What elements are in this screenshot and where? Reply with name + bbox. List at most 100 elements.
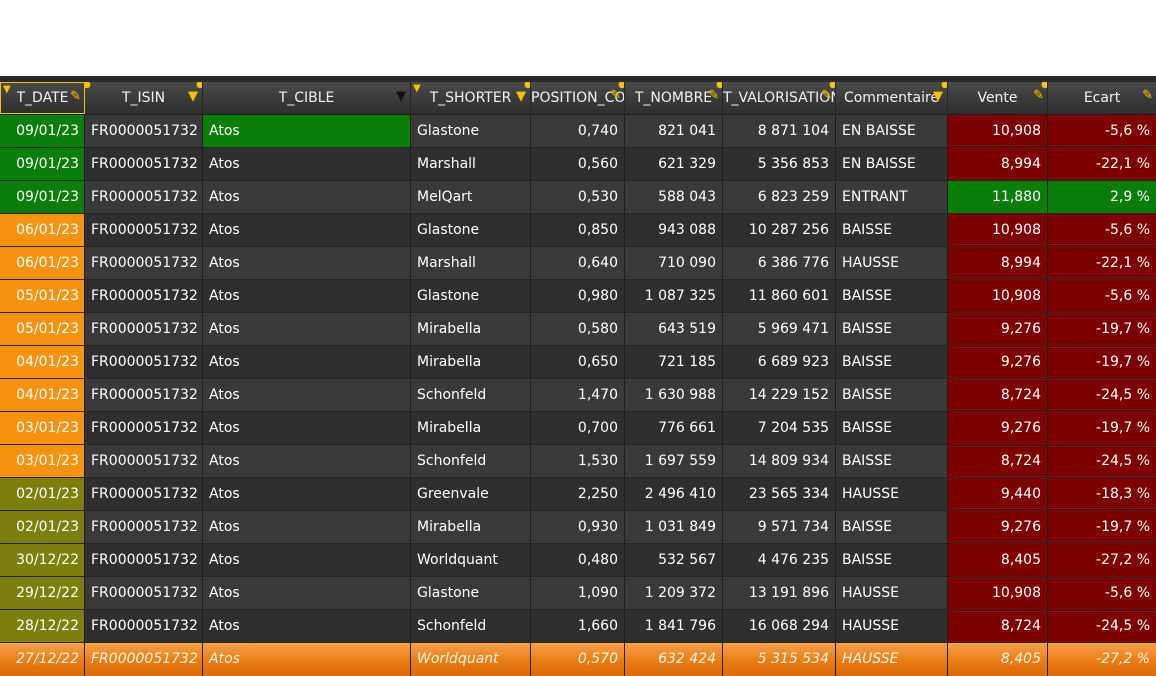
cell-shorter[interactable]: Mirabella [411,511,531,544]
filter-icon[interactable]: ▼ [396,90,406,103]
table-row[interactable]: 02/01/23 FR0000051732 Atos Mirabella 0,930 1 … [0,511,1156,544]
cell-nombre[interactable]: 821 041 [625,115,723,148]
cell-nombre[interactable]: 1 630 988 [625,379,723,412]
cell-isin[interactable]: FR0000051732 [85,181,203,214]
cell-position[interactable]: 1,660 [531,610,625,643]
cell-cible[interactable]: Atos [203,610,411,643]
cell-nombre[interactable]: 721 185 [625,346,723,379]
cell-isin[interactable]: FR0000051732 [85,478,203,511]
cell-date[interactable]: 30/12/22 [0,544,85,577]
cell-ecart[interactable]: -24,5 % [1048,610,1156,643]
cell-nombre[interactable]: 621 329 [625,148,723,181]
table-row[interactable]: 05/01/23 FR0000051732 Atos Mirabella 0,580 64… [0,313,1156,346]
cell-vente[interactable]: 8,994 [948,247,1048,280]
cell-commentaire[interactable]: BAISSE [836,445,948,478]
table-row[interactable]: 29/12/22 FR0000051732 Atos Glastone 1,090 1 2… [0,577,1156,610]
table-row[interactable]: 03/01/23 FR0000051732 Atos Schonfeld 1,530 1 … [0,445,1156,478]
cell-position[interactable]: 1,470 [531,379,625,412]
cell-vente[interactable]: 8,724 [948,610,1048,643]
table-row[interactable]: 06/01/23 FR0000051732 Atos Glastone 0,850 943… [0,214,1156,247]
cell-nombre[interactable]: 632 424 [625,643,723,676]
cell-nombre[interactable]: 710 090 [625,247,723,280]
cell-ecart[interactable]: -5,6 % [1048,214,1156,247]
cell-cible[interactable]: Atos [203,148,411,181]
cell-isin[interactable]: FR0000051732 [85,280,203,313]
table-row-selected[interactable]: 27/12/22 FR0000051732 Atos Worldquant 0,570 6… [0,643,1156,676]
cell-commentaire[interactable]: BAISSE [836,412,948,445]
cell-shorter[interactable]: Glastone [411,115,531,148]
cell-position[interactable]: 1,530 [531,445,625,478]
cell-shorter[interactable]: Glastone [411,214,531,247]
cell-cible[interactable]: Atos [203,247,411,280]
cell-vente[interactable]: 9,276 [948,511,1048,544]
cell-ecart[interactable]: -22,1 % [1048,247,1156,280]
cell-date[interactable]: 05/01/23 [0,280,85,313]
cell-valorisation[interactable]: 4 476 235 [723,544,836,577]
cell-shorter[interactable]: Mirabella [411,313,531,346]
cell-position[interactable]: 0,980 [531,280,625,313]
cell-valorisation[interactable]: 14 809 934 [723,445,836,478]
cell-shorter[interactable]: Worldquant [411,643,531,676]
cell-commentaire[interactable]: HAUSSE [836,247,948,280]
cell-position[interactable]: 0,930 [531,511,625,544]
cell-isin[interactable]: FR0000051732 [85,115,203,148]
cell-vente[interactable]: 8,724 [948,379,1048,412]
cell-commentaire[interactable]: HAUSSE [836,643,948,676]
cell-date[interactable]: 04/01/23 [0,346,85,379]
cell-position[interactable]: 0,740 [531,115,625,148]
cell-isin[interactable]: FR0000051732 [85,544,203,577]
key-icon[interactable]: ✎ [821,89,832,102]
cell-cible[interactable]: Atos [203,445,411,478]
cell-position[interactable]: 2,250 [531,478,625,511]
cell-nombre[interactable]: 532 567 [625,544,723,577]
cell-vente[interactable]: 10,908 [948,214,1048,247]
key-icon[interactable]: ✎ [610,89,621,102]
cell-commentaire[interactable]: BAISSE [836,511,948,544]
cell-commentaire[interactable]: BAISSE [836,313,948,346]
cell-date[interactable]: 09/01/23 [0,181,85,214]
filter-icon[interactable]: ▼ [933,90,943,103]
cell-ecart[interactable]: -24,5 % [1048,379,1156,412]
column-header-vente[interactable]: Vente ✎ ● [948,82,1048,114]
cell-nombre[interactable]: 1 087 325 [625,280,723,313]
cell-date[interactable]: 27/12/22 [0,643,85,676]
cell-vente[interactable]: 10,908 [948,577,1048,610]
cell-nombre[interactable]: 776 661 [625,412,723,445]
cell-shorter[interactable]: Glastone [411,577,531,610]
table-row[interactable]: 09/01/23 FR0000051732 Atos MelQart 0,530 588 … [0,181,1156,214]
cell-cible[interactable]: Atos [203,379,411,412]
cell-ecart[interactable]: -22,1 % [1048,148,1156,181]
cell-shorter[interactable]: Glastone [411,280,531,313]
cell-position[interactable]: 1,090 [531,577,625,610]
cell-isin[interactable]: FR0000051732 [85,643,203,676]
cell-commentaire[interactable]: EN BAISSE [836,148,948,181]
cell-ecart[interactable]: -19,7 % [1048,511,1156,544]
key-icon[interactable]: ✎ [1033,89,1044,102]
cell-position[interactable]: 0,640 [531,247,625,280]
cell-valorisation[interactable]: 6 823 259 [723,181,836,214]
cell-cible[interactable]: Atos [203,544,411,577]
cell-isin[interactable]: FR0000051732 [85,511,203,544]
cell-shorter[interactable]: Schonfeld [411,379,531,412]
cell-ecart[interactable]: -5,6 % [1048,280,1156,313]
cell-ecart[interactable]: -18,3 % [1048,478,1156,511]
column-header-commentaire[interactable]: Commentaire ▼ ● [836,82,948,114]
table-row[interactable]: 04/01/23 FR0000051732 Atos Mirabella 0,650 72… [0,346,1156,379]
table-row[interactable]: 06/01/23 FR0000051732 Atos Marshall 0,640 710… [0,247,1156,280]
cell-cible[interactable]: Atos [203,313,411,346]
cell-commentaire[interactable]: BAISSE [836,544,948,577]
table-row[interactable]: 03/01/23 FR0000051732 Atos Mirabella 0,700 77… [0,412,1156,445]
cell-valorisation[interactable]: 6 689 923 [723,346,836,379]
cell-vente[interactable]: 8,724 [948,445,1048,478]
cell-date[interactable]: 09/01/23 [0,115,85,148]
table-row[interactable]: 09/01/23 FR0000051732 Atos Marshall 0,560 621… [0,148,1156,181]
cell-nombre[interactable]: 643 519 [625,313,723,346]
column-header-t-isin[interactable]: ● T_ISIN ▼ ● [85,82,203,114]
table-row[interactable]: 28/12/22 FR0000051732 Atos Schonfeld 1,660 1 … [0,610,1156,643]
table-row[interactable]: 30/12/22 FR0000051732 Atos Worldquant 0,480 5… [0,544,1156,577]
column-header-position[interactable]: POSITION_COU ✎ ● [531,82,625,114]
filter-icon[interactable]: ▼ [188,90,198,103]
cell-vente[interactable]: 9,276 [948,346,1048,379]
cell-vente[interactable]: 9,276 [948,412,1048,445]
cell-position[interactable]: 0,580 [531,313,625,346]
